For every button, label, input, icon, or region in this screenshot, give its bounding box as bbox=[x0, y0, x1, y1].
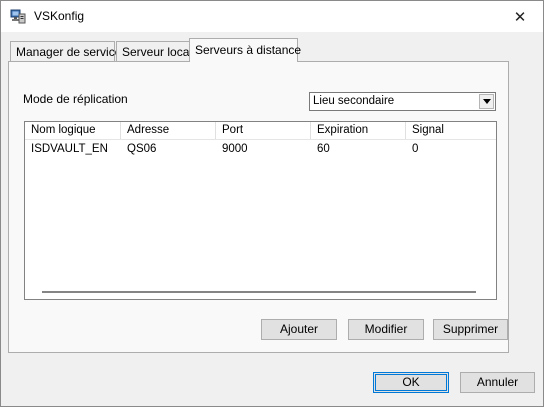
chevron-down-icon bbox=[483, 99, 491, 104]
scrollbar-thumb[interactable] bbox=[42, 291, 476, 293]
column-header-logical-name[interactable]: Nom logique bbox=[25, 122, 121, 139]
title-bar: VSKonfig ✕ bbox=[1, 1, 543, 32]
app-icon bbox=[10, 8, 26, 24]
dropdown-button[interactable] bbox=[479, 94, 494, 109]
cell-logical-name: ISDVAULT_EN bbox=[31, 143, 108, 155]
table-row[interactable]: ISDVAULT_EN QS06 9000 60 0 bbox=[25, 141, 496, 158]
delete-button[interactable]: Supprimer bbox=[433, 319, 508, 340]
tab-service-manager[interactable]: Manager de service bbox=[10, 41, 121, 61]
tab-remote-servers[interactable]: Serveurs à distance bbox=[189, 38, 301, 62]
column-header-expiration[interactable]: Expiration bbox=[311, 122, 406, 139]
replication-mode-label: Mode de réplication bbox=[23, 92, 128, 106]
tab-panel-remote-servers: Mode de réplication Lieu secondaire Nom … bbox=[8, 61, 509, 353]
close-button[interactable]: ✕ bbox=[497, 1, 543, 32]
ok-button[interactable]: OK bbox=[373, 372, 449, 393]
cell-address: QS06 bbox=[127, 143, 157, 155]
modify-button[interactable]: Modifier bbox=[348, 319, 424, 340]
cancel-button[interactable]: Annuler bbox=[460, 372, 535, 393]
tab-local-server[interactable]: Serveur local bbox=[116, 41, 192, 61]
close-icon: ✕ bbox=[513, 8, 527, 26]
cell-expiration: 60 bbox=[317, 143, 330, 155]
cell-signal: 0 bbox=[412, 143, 419, 155]
cell-port: 9000 bbox=[222, 143, 248, 155]
horizontal-scrollbar[interactable] bbox=[25, 285, 496, 299]
column-header-signal[interactable]: Signal bbox=[406, 122, 496, 139]
column-header-port[interactable]: Port bbox=[216, 122, 311, 139]
window: VSKonfig ✕ Manager de service Serveur lo… bbox=[0, 0, 544, 407]
replication-mode-select[interactable]: Lieu secondaire bbox=[309, 92, 496, 111]
table-header: Nom logique Adresse Port Expiration Sign… bbox=[25, 122, 496, 140]
remote-servers-table[interactable]: Nom logique Adresse Port Expiration Sign… bbox=[24, 121, 497, 300]
add-button[interactable]: Ajouter bbox=[261, 319, 337, 340]
replication-mode-value: Lieu secondaire bbox=[313, 95, 395, 107]
window-title: VSKonfig bbox=[34, 9, 85, 23]
column-header-address[interactable]: Adresse bbox=[121, 122, 216, 139]
